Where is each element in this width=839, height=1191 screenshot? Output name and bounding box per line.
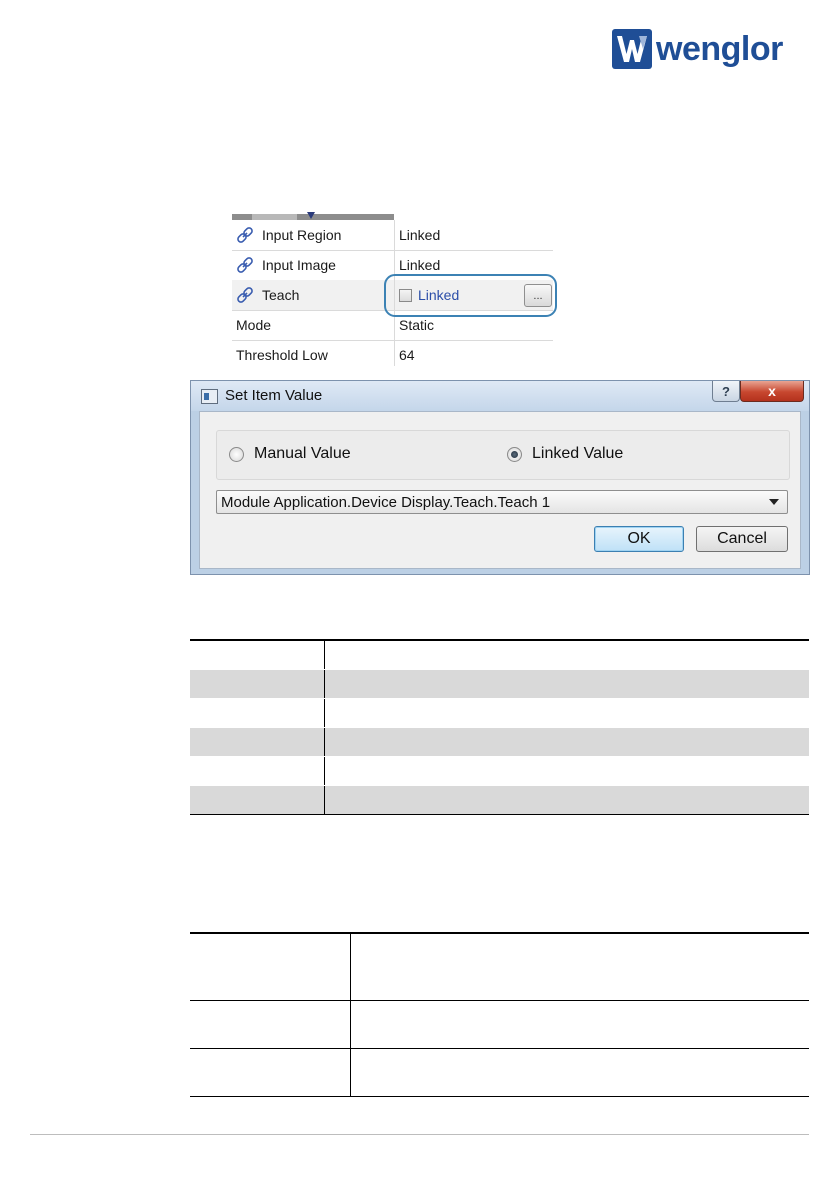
property-name: Threshold Low: [236, 347, 328, 363]
property-value: 64: [399, 347, 415, 363]
radio-icon: [229, 446, 244, 462]
table-row: [190, 932, 809, 1001]
link-chain-icon: [237, 227, 253, 243]
table-row: [190, 1049, 809, 1097]
link-chain-icon: [237, 287, 253, 303]
value-mode-group: Manual Value Linked Value: [216, 430, 790, 480]
close-button[interactable]: x: [740, 381, 804, 402]
wenglor-logo-icon: [612, 29, 652, 69]
teach-highlight-ring: [384, 274, 557, 317]
parameter-table: [190, 639, 809, 815]
linked-item-select[interactable]: Module Application.Device Display.Teach.…: [216, 490, 788, 514]
scroll-marker-icon: [307, 212, 315, 219]
window-app-icon: [201, 389, 218, 404]
description-table: [190, 932, 809, 1097]
property-name: Input Image: [262, 257, 336, 273]
property-value: Static: [399, 317, 435, 333]
property-name: Input Region: [262, 227, 342, 243]
grid-column-header: [232, 212, 553, 220]
cancel-button[interactable]: Cancel: [696, 526, 788, 552]
table-row: [190, 757, 809, 786]
dialog-titlebar[interactable]: Set Item Value ? x: [191, 381, 809, 411]
property-name: Teach: [262, 287, 300, 303]
footer-divider: [30, 1134, 809, 1135]
radio-label: Manual Value: [254, 445, 351, 462]
dialog-body: Manual Value Linked Value Module Applica…: [199, 411, 801, 569]
selected-link-value: Module Application.Device Display.Teach.…: [221, 493, 551, 511]
radio-selected-icon: [507, 446, 522, 462]
radio-label: Linked Value: [532, 445, 624, 462]
manual-value-radio[interactable]: Manual Value: [229, 445, 351, 463]
table-row: [190, 1001, 809, 1049]
property-row-input-region[interactable]: Input Region Linked: [232, 220, 553, 251]
table-row: [190, 639, 809, 670]
set-item-value-dialog: Set Item Value ? x Manual Value Linked V…: [190, 380, 810, 575]
property-value: Linked: [399, 257, 441, 273]
table-row: [190, 670, 809, 699]
brand-name: wenglor: [656, 30, 783, 68]
link-chain-icon: [237, 257, 253, 273]
table-row: [190, 728, 809, 757]
table-row: [190, 786, 809, 815]
property-value: Linked: [399, 227, 441, 243]
dialog-title: Set Item Value: [225, 387, 323, 404]
chevron-down-icon: [769, 499, 779, 505]
ok-button[interactable]: OK: [594, 526, 684, 552]
help-button[interactable]: ?: [712, 381, 740, 402]
brand-logo: wenglor: [612, 28, 783, 70]
property-row-threshold-low[interactable]: Threshold Low 64: [232, 340, 553, 366]
linked-value-radio[interactable]: Linked Value: [507, 445, 623, 463]
property-name: Mode: [236, 317, 272, 333]
table-row: [190, 699, 809, 728]
